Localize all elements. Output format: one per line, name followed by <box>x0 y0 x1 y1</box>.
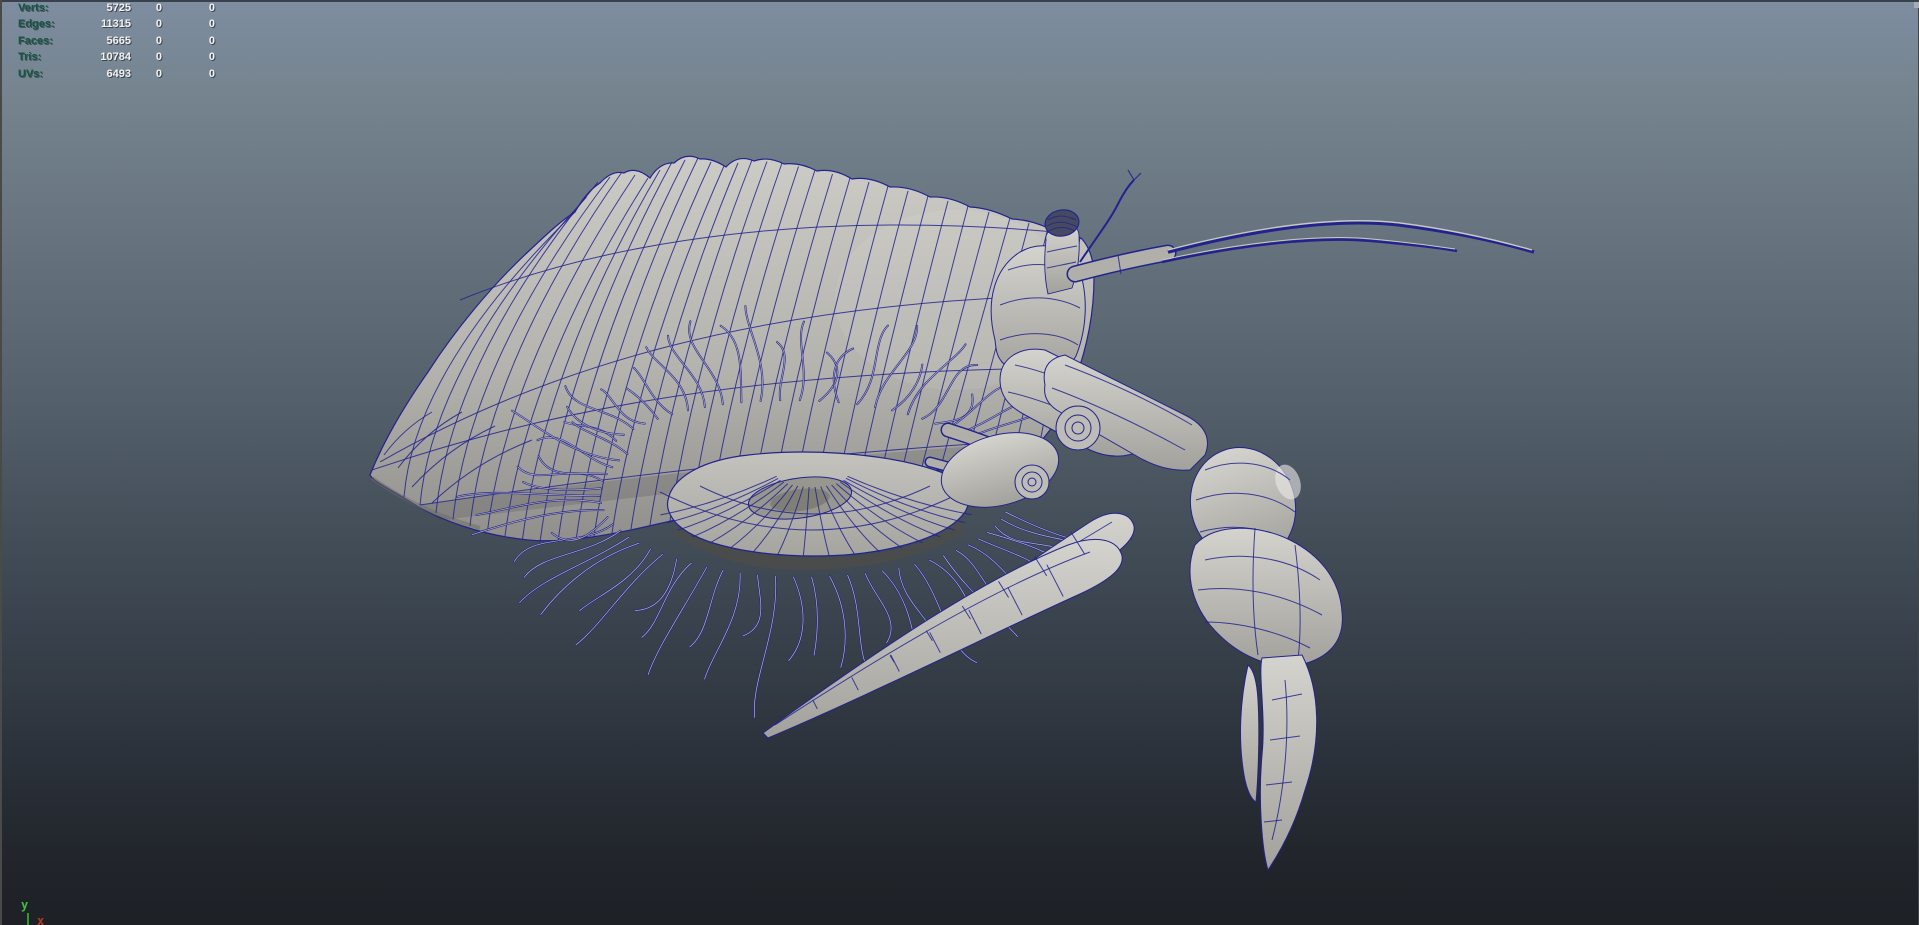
seta <box>828 575 847 669</box>
antennae <box>1066 169 1535 283</box>
hud-value: 0 <box>155 2 162 14</box>
hud-value: 0 <box>208 34 215 47</box>
claw-fixed-finger <box>1259 654 1318 872</box>
hud-label: Edges: <box>18 18 55 31</box>
viewport-top-border <box>0 0 1919 2</box>
hud-label: Tris: <box>18 51 42 64</box>
seta <box>634 557 678 612</box>
seta <box>753 575 777 719</box>
hud-value: 0 <box>155 51 162 64</box>
hud-label: Verts: <box>18 2 49 14</box>
seta <box>640 562 693 639</box>
hud-value: 11315 <box>101 18 131 31</box>
seta <box>742 574 762 637</box>
hud-value: 0 <box>155 67 162 80</box>
hud-label: UVs: <box>18 67 44 80</box>
hud-label: Faces: <box>18 34 53 47</box>
seta <box>641 562 692 638</box>
small-antenna <box>1079 179 1135 263</box>
seta <box>704 572 741 680</box>
viewport-left-border <box>0 0 2 925</box>
hermit-crab-model <box>369 155 1535 872</box>
hud-value: 0 <box>208 2 215 14</box>
hud-value: 6493 <box>106 67 131 80</box>
hud-value: 5665 <box>106 34 131 47</box>
claw-palm <box>1189 527 1343 667</box>
hud-value: 0 <box>208 18 215 31</box>
hud-value: 0 <box>208 67 215 80</box>
hud-value: 0 <box>155 18 162 31</box>
seta <box>519 536 630 604</box>
seta <box>864 572 893 644</box>
small-antenna-fork <box>1127 169 1142 181</box>
shell-aperture-lip <box>659 451 972 571</box>
seta <box>689 569 724 648</box>
hud-value: 10784 <box>100 51 131 64</box>
long-antenna-1-core <box>1167 220 1533 251</box>
hud-value: 5725 <box>106 2 131 14</box>
seta <box>703 571 742 681</box>
hud-value: 0 <box>155 34 162 47</box>
claw-dactyl <box>1240 664 1260 803</box>
seta <box>787 575 804 662</box>
maya-viewport[interactable]: Verts: 5725 0 0 Edges: 11315 0 0 Faces: … <box>0 0 1919 925</box>
seta <box>864 573 892 644</box>
panel-corner-notch <box>1914 2 1919 8</box>
seta <box>846 574 869 670</box>
seta <box>753 575 777 718</box>
seta <box>829 576 846 668</box>
hud-value: 0 <box>208 51 215 64</box>
seta <box>647 566 708 675</box>
